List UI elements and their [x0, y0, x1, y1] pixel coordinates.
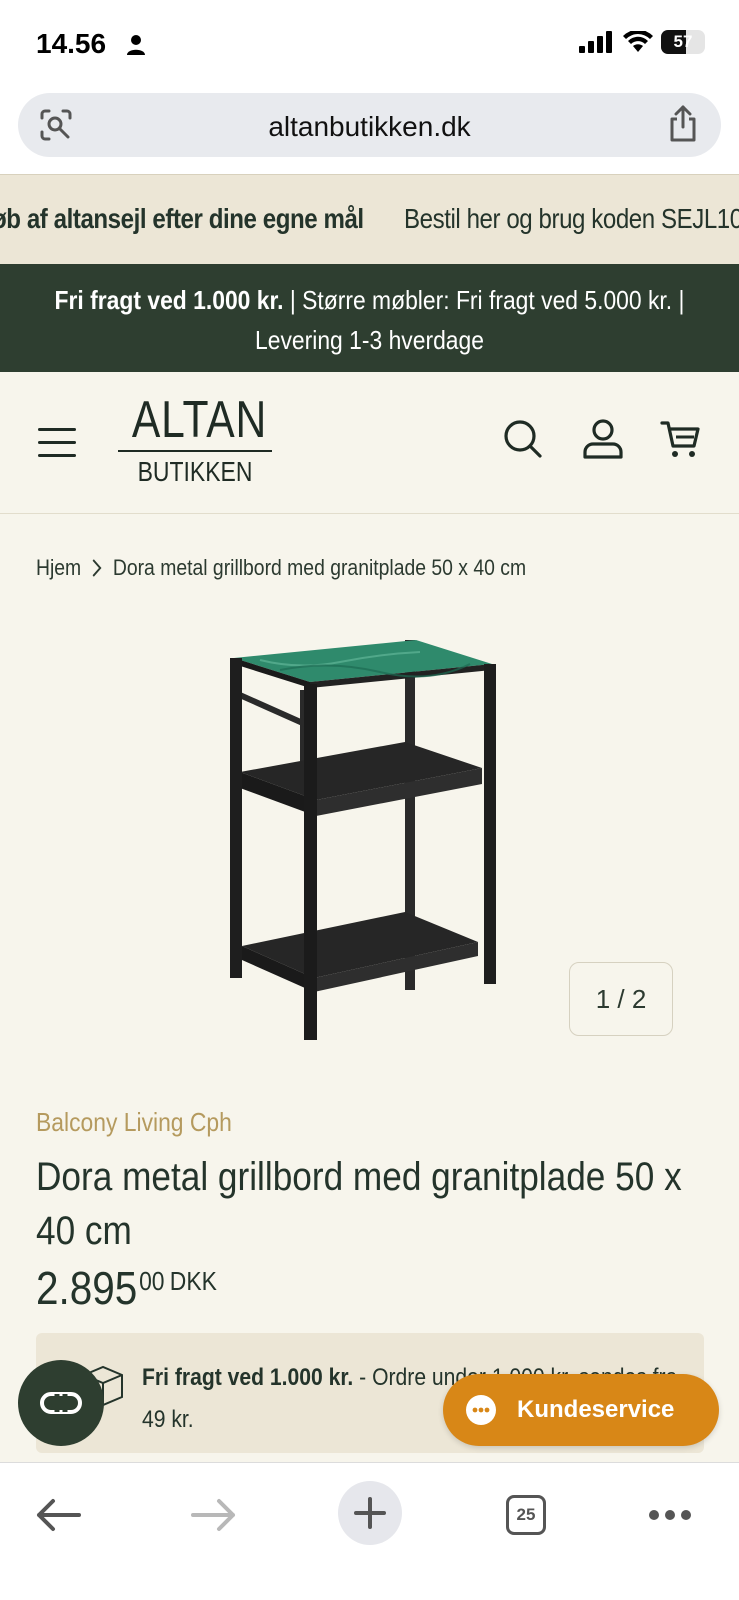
- product-vendor[interactable]: Balcony Living Cph: [36, 1107, 232, 1138]
- price-main: 2.895: [36, 1262, 138, 1314]
- customer-service-label: Kundeservice: [517, 1396, 675, 1423]
- logo-bottom: BUTIKKEN: [137, 456, 253, 487]
- forward-button[interactable]: [184, 1485, 244, 1545]
- marquee-item[interactable]: Bestil her og brug koden SEJL10: [404, 203, 739, 235]
- share-icon[interactable]: [667, 105, 699, 143]
- battery-percent: 57: [673, 32, 693, 51]
- more-button[interactable]: [640, 1485, 700, 1545]
- status-indicators: 57: [579, 30, 705, 54]
- more-icon: [649, 1510, 691, 1520]
- breadcrumb-current: Dora metal grillbord med granitplade 50 …: [112, 555, 527, 580]
- customer-service-button[interactable]: Kundeservice: [443, 1374, 719, 1446]
- chevron-right-icon: [92, 559, 102, 577]
- browser-address-area: altanbutikken.dk: [0, 90, 739, 174]
- site-header: ALTAN BUTIKKEN: [0, 372, 739, 514]
- announcement-line-1: Fri fragt ved 1.000 kr. | Større møbler:…: [44, 280, 694, 320]
- wifi-icon: [623, 31, 653, 52]
- menu-icon[interactable]: [38, 428, 76, 458]
- chat-bubble-icon: [466, 1395, 496, 1425]
- tabs-button[interactable]: 25: [496, 1485, 556, 1545]
- product-price: 2.895 00 DKK: [36, 1262, 217, 1314]
- breadcrumb: Hjem Dora metal grillbord med granitplad…: [36, 555, 526, 581]
- shipping-bold: Fri fragt ved 1.000 kr.: [142, 1364, 354, 1391]
- account-icon[interactable]: [582, 418, 624, 460]
- status-bar: 14.56 57: [0, 0, 739, 90]
- url-text[interactable]: altanbutikken.dk: [18, 111, 721, 143]
- link-icon: [40, 1392, 82, 1414]
- promo-marquee: øb af altansejl efter dine egne mål Best…: [0, 174, 739, 264]
- plus-icon: [354, 1497, 386, 1529]
- product-title: Dora metal grillbord med granitplade 50 …: [36, 1155, 682, 1253]
- large-furniture-text: | Større møbler: Fri fragt ved 5.000 kr.…: [283, 285, 685, 315]
- search-icon[interactable]: [502, 418, 544, 460]
- breadcrumb-home[interactable]: Hjem: [36, 555, 81, 581]
- status-time: 14.56: [36, 28, 107, 59]
- tabs-count: 25: [506, 1495, 546, 1535]
- announcement-bar: Fri fragt ved 1.000 kr. | Større møbler:…: [0, 264, 739, 372]
- arrow-left-icon: [37, 1499, 81, 1531]
- arrow-right-icon: [191, 1499, 235, 1531]
- back-button[interactable]: [28, 1485, 88, 1545]
- battery-icon: 57: [661, 30, 705, 54]
- logo[interactable]: ALTAN BUTIKKEN: [118, 394, 272, 486]
- signal-icon: [579, 31, 612, 53]
- loyalty-button[interactable]: [18, 1360, 104, 1446]
- person-icon: [127, 35, 145, 55]
- address-bar[interactable]: altanbutikken.dk: [18, 93, 721, 157]
- free-shipping-text: Fri fragt ved 1.000 kr.: [54, 285, 284, 315]
- new-tab-button[interactable]: [338, 1481, 402, 1545]
- product-image[interactable]: [220, 630, 520, 1060]
- gallery-counter[interactable]: 1 / 2: [569, 962, 673, 1036]
- logo-divider: [118, 450, 272, 452]
- logo-top: ALTAN: [131, 391, 268, 449]
- price-decimals: 00: [139, 1266, 165, 1296]
- cart-icon[interactable]: [660, 418, 702, 460]
- marquee-item[interactable]: øb af altansejl efter dine egne mål: [0, 203, 364, 235]
- price-currency: DKK: [169, 1266, 217, 1296]
- delivery-time-text: Levering 1-3 hverdage: [255, 325, 484, 355]
- browser-toolbar: 25: [0, 1462, 739, 1600]
